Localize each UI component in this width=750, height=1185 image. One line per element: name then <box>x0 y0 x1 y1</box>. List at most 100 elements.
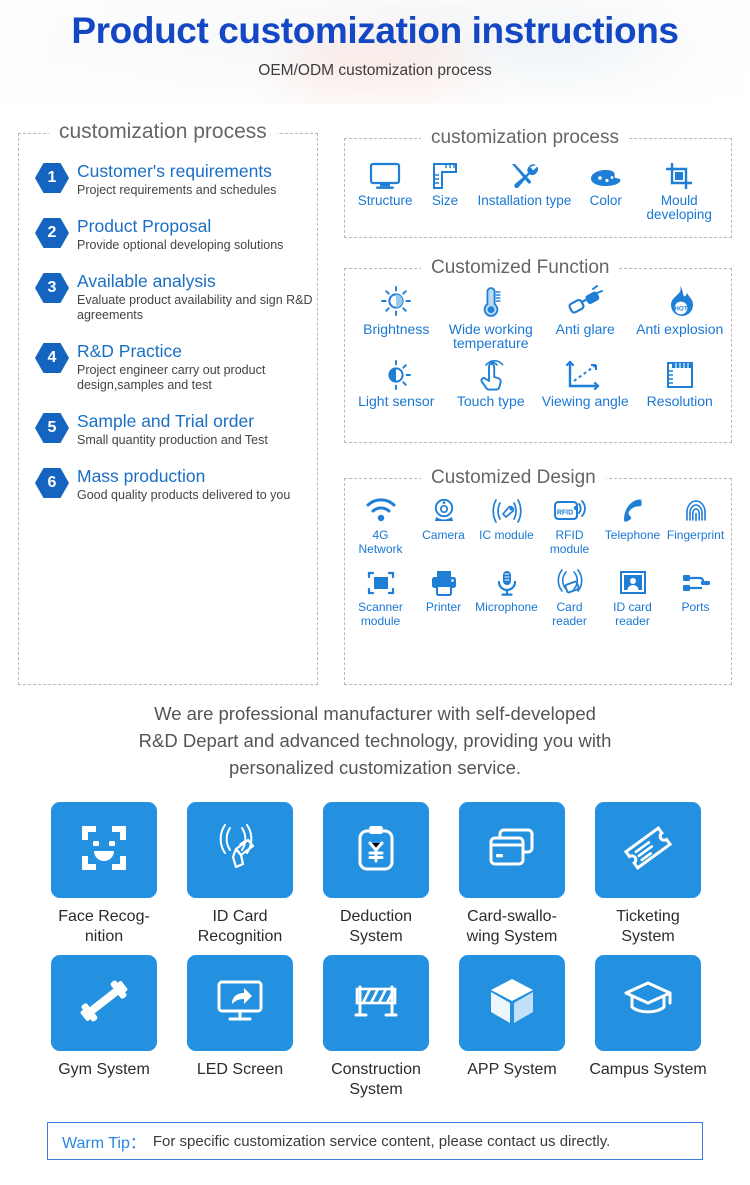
function-label: Light sensor <box>358 393 435 409</box>
app-ticketing-system[interactable]: Ticketing System <box>587 802 709 947</box>
microphone-icon <box>494 569 520 597</box>
tile-icon-box[interactable] <box>459 955 565 1051</box>
customization-process-legend: customization process <box>49 119 277 145</box>
function-row-1: Brightness Wide working temperature Anti… <box>345 285 731 350</box>
function-label: Touch type <box>456 393 525 409</box>
function-label: Resolution <box>646 393 713 409</box>
campus-graduation-icon <box>622 975 674 1032</box>
app-system[interactable]: APP System <box>451 955 573 1100</box>
printer-icon <box>429 569 459 597</box>
tile-icon-box[interactable] <box>595 955 701 1051</box>
tile-label: Card-swallo-wing System <box>466 908 558 945</box>
app-led-screen[interactable]: LED Screen <box>179 955 301 1100</box>
app-id-card-recognition[interactable]: ID Card Recognition <box>179 802 301 947</box>
function-row-2: Light sensor Touch type Viewing angle Re… <box>345 359 731 408</box>
process-step: 6 Mass production Good quality products … <box>19 465 317 503</box>
tile-icon-box[interactable] <box>459 802 565 898</box>
step-title: R&D Practice <box>77 341 183 361</box>
option-label: Size <box>431 193 459 208</box>
tile-icon-box[interactable] <box>51 802 157 898</box>
deduction-clipboard-icon <box>350 822 402 879</box>
step-badge: 5 <box>35 413 69 443</box>
tile-icon-box[interactable] <box>323 802 429 898</box>
app-campus-system[interactable]: Campus System <box>587 955 709 1100</box>
step-description: Project requirements and schedules <box>77 183 277 197</box>
tile-icon-box[interactable] <box>595 802 701 898</box>
crop-mould-icon <box>664 161 694 191</box>
construction-barrier-icon <box>350 975 402 1032</box>
tile-icon-box[interactable] <box>51 955 157 1051</box>
design-id-card-reader: ID card reader <box>602 569 664 628</box>
tile-icon-box[interactable] <box>187 955 293 1051</box>
option-label: Installation type <box>477 193 572 208</box>
thermometer-icon <box>476 285 506 319</box>
brightness-sun-icon <box>378 285 414 319</box>
ic-module-icon <box>489 497 525 525</box>
design-label: ID card reader <box>613 600 652 628</box>
customization-options-legend: customization process <box>421 125 629 151</box>
function-light-sensor: Light sensor <box>349 359 443 408</box>
design-4g-network: 4G Network <box>350 497 412 556</box>
design-microphone: Microphone <box>475 569 538 614</box>
page-title: Product customization instructions <box>71 10 679 51</box>
option-label: Mould developing <box>646 193 712 222</box>
function-anti-explosion: HOT Anti explosion <box>633 285 727 336</box>
warm-tip-bar: Warm Tip： For specific customization ser… <box>47 1122 703 1160</box>
option-mould-developing: Mould developing <box>640 161 718 222</box>
hexagon-badge-icon: 6 <box>35 468 69 498</box>
step-title: Customer's requirements <box>77 161 272 181</box>
function-viewing-angle: Viewing angle <box>538 359 632 408</box>
tile-icon-box[interactable] <box>323 955 429 1051</box>
warm-tip-text: For specific customization service conte… <box>152 1132 611 1150</box>
function-resolution: Resolution <box>633 359 727 408</box>
design-label: Printer <box>425 600 462 614</box>
process-step: 1 Customer's requirements Project requir… <box>19 160 317 198</box>
tools-icon <box>507 161 541 191</box>
design-label: Card reader <box>552 600 587 628</box>
card-swallowing-icon <box>486 822 538 879</box>
design-label: Scanner module <box>358 600 403 628</box>
app-construction-system[interactable]: Construction System <box>315 955 437 1100</box>
app-deduction-system[interactable]: Deduction System <box>315 802 437 947</box>
function-label: Anti explosion <box>636 321 724 337</box>
customized-design-panel: Customized Design 4G Network Camera IC m… <box>344 465 732 685</box>
customization-options-row: Structure Size Installation type Color M… <box>345 161 731 222</box>
app-gym-system[interactable]: Gym System <box>43 955 165 1100</box>
anti-glare-sunglasses-icon <box>566 285 604 319</box>
function-label: Brightness <box>363 321 430 337</box>
hexagon-badge-icon: 4 <box>35 343 69 373</box>
design-scanner-module: Scanner module <box>350 569 412 628</box>
customized-design-legend: Customized Design <box>421 465 606 491</box>
customization-options-panel: customization process Structure Size Ins… <box>344 125 732 238</box>
hexagon-badge-icon: 2 <box>35 218 69 248</box>
step-description: Provide optional developing solutions <box>77 238 284 252</box>
app-face-recognition[interactable]: Face Recog-nition <box>43 802 165 947</box>
svg-text:HOT: HOT <box>674 306 688 313</box>
id-card-recognition-icon <box>214 822 266 879</box>
design-printer: Printer <box>413 569 475 614</box>
tile-label: LED Screen <box>196 1061 284 1078</box>
design-label: 4G Network <box>358 528 403 556</box>
tile-label: Construction System <box>331 1061 421 1098</box>
pitch-line-1: We are professional manufacturer with se… <box>154 703 596 724</box>
application-row-2: Gym System LED Screen Construction System <box>43 955 709 1100</box>
app-card-swallowing-system[interactable]: Card-swallo-wing System <box>451 802 573 947</box>
application-row-1: Face Recog-nition ID Card Recognition Ded… <box>43 802 709 947</box>
tile-label: Gym System <box>58 1061 150 1078</box>
design-row-2: Scanner module Printer Microphone Card r… <box>345 569 731 628</box>
process-step: 2 Product Proposal Provide optional deve… <box>19 215 317 253</box>
design-ic-module: IC module <box>476 497 538 542</box>
step-title: Sample and Trial order <box>77 411 255 431</box>
page-subtitle: OEM/ODM customization process <box>258 61 492 79</box>
process-step-list: 1 Customer's requirements Project requir… <box>19 134 317 503</box>
design-label: Fingerprint <box>666 528 725 542</box>
option-installation-type: Installation type <box>477 161 571 208</box>
step-badge: 6 <box>35 468 69 498</box>
option-size: Size <box>430 161 460 208</box>
option-color: Color <box>589 161 623 208</box>
application-tiles: Face Recog-nition ID Card Recognition Ded… <box>43 802 709 1108</box>
customized-function-panel: Customized Function Brightness Wide work… <box>344 255 732 443</box>
resolution-grid-icon <box>664 359 696 391</box>
tile-icon-box[interactable] <box>187 802 293 898</box>
step-description: Evaluate product availability and sign R… <box>77 293 313 322</box>
